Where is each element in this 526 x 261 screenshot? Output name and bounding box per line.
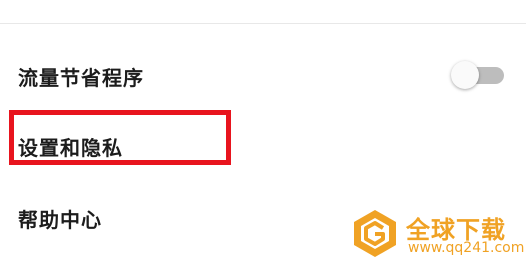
site-watermark: 全球下载 www.qq241.com bbox=[350, 208, 526, 261]
toggle-thumb bbox=[451, 61, 479, 89]
watermark-url: www.qq241.com bbox=[408, 240, 525, 256]
top-divider bbox=[0, 0, 526, 24]
highlight-annotation-box bbox=[9, 110, 231, 165]
settings-item-label: 帮助中心 bbox=[18, 208, 102, 232]
settings-item-data-saver[interactable]: 流量节省程序 bbox=[0, 48, 526, 100]
settings-item-label: 流量节省程序 bbox=[18, 66, 144, 90]
data-saver-toggle[interactable] bbox=[451, 60, 506, 90]
watermark-logo-icon bbox=[354, 210, 396, 257]
